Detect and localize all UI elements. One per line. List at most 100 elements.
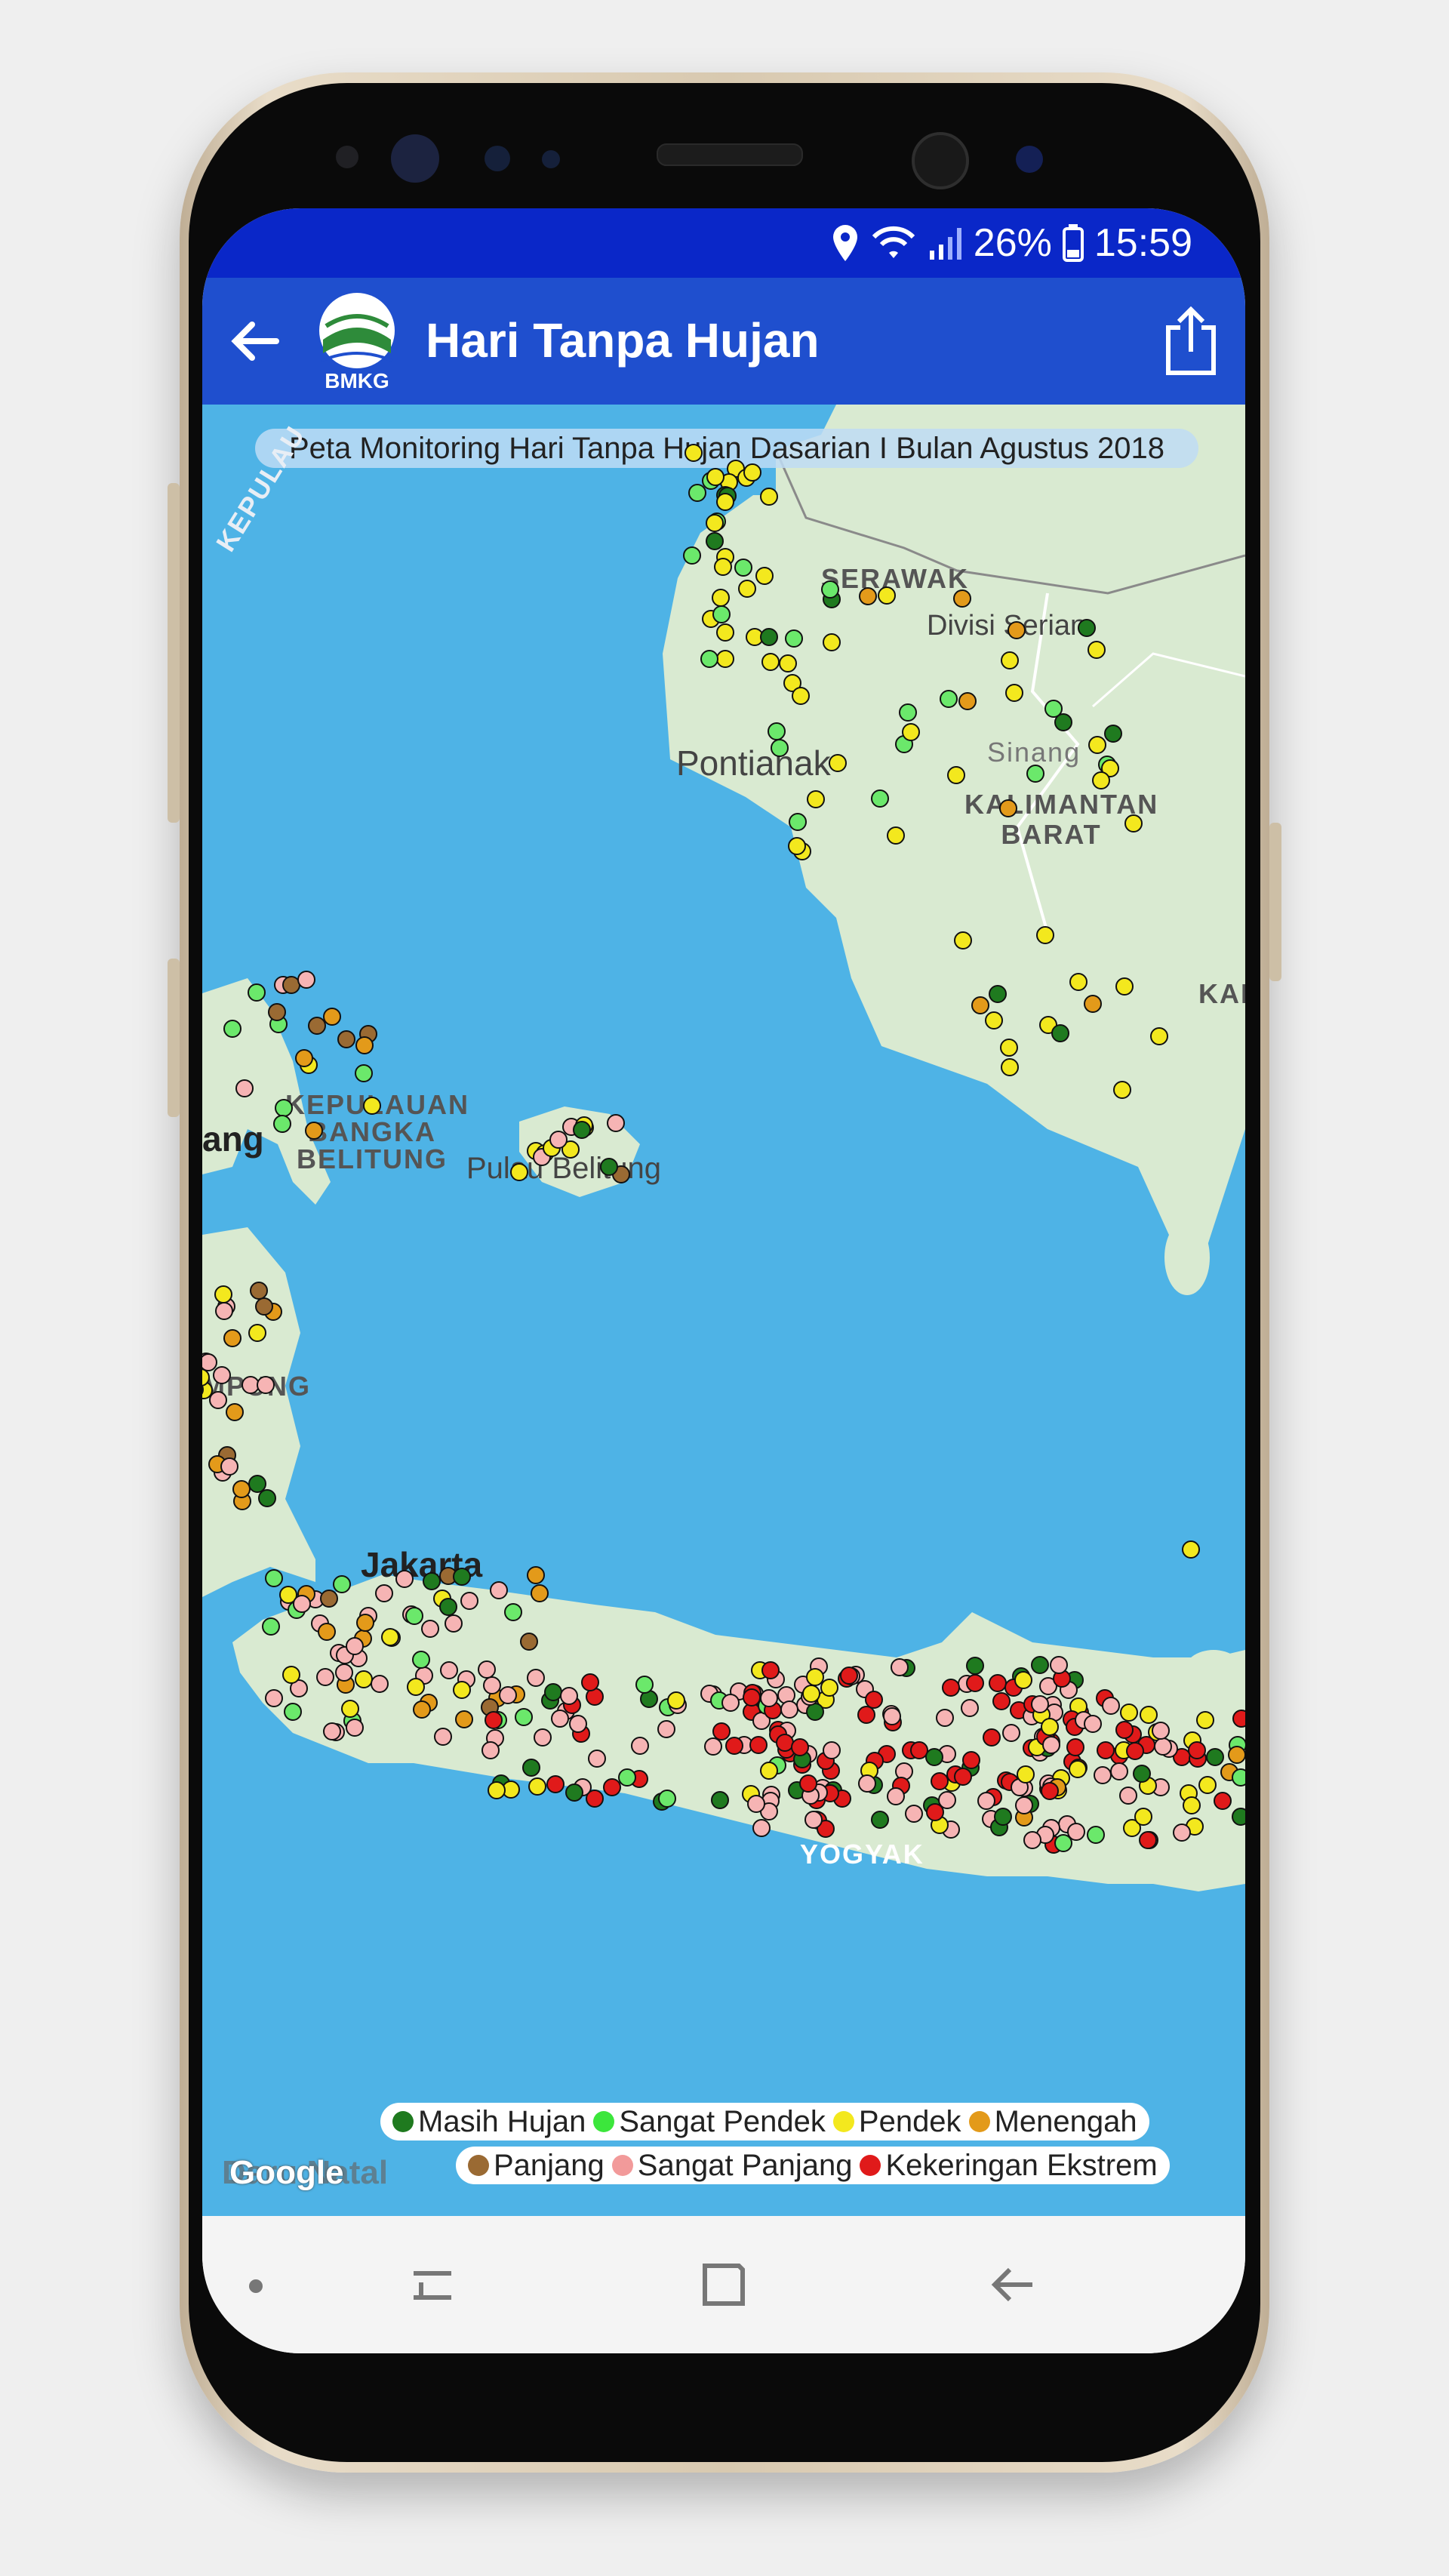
sensor-3 [542, 150, 560, 168]
legend-swatch [860, 2155, 881, 2176]
app-bar: BMKG Hari Tanpa Hujan [202, 278, 1245, 405]
station-dot [1109, 1762, 1128, 1780]
station-dot [320, 1590, 339, 1608]
station-dot [1104, 724, 1123, 743]
legend-label: Menengah [994, 2104, 1137, 2138]
home-icon[interactable] [690, 2251, 758, 2319]
station-dot [1231, 1768, 1245, 1787]
map-label-serawak: SERAWAK [821, 563, 970, 594]
map-label-kalimantan-barat: KALIMANTAN BARAT [964, 789, 1159, 850]
station-dot [581, 1673, 600, 1691]
station-dot [1232, 1808, 1245, 1827]
station-dot [1026, 765, 1044, 783]
station-dot [454, 1710, 473, 1728]
station-dot [700, 649, 718, 668]
legend-swatch [593, 2111, 615, 2132]
station-dot [1188, 1740, 1207, 1759]
station-dot [248, 1475, 266, 1494]
legend-swatch [968, 2111, 990, 2132]
station-dot [737, 580, 756, 599]
map-view[interactable]: Peta Monitoring Hari Tanpa Hujan Dasaria… [202, 405, 1245, 2216]
station-dot [380, 1628, 399, 1647]
signal-icon [929, 228, 961, 260]
station-dot [988, 1673, 1007, 1692]
station-dot [1083, 994, 1102, 1013]
station-dot [1115, 1721, 1134, 1740]
station-dot [925, 1803, 944, 1822]
station-dot [405, 1606, 424, 1625]
station-dot [1036, 925, 1054, 944]
station-dot [1014, 1670, 1032, 1689]
station-dot [857, 1706, 875, 1725]
station-dot [958, 691, 977, 710]
station-dot [439, 1660, 458, 1679]
map-label-sinang: Sinang [987, 737, 1081, 768]
station-dot [1132, 1764, 1151, 1783]
station-dot [334, 1663, 353, 1682]
location-icon [832, 225, 857, 261]
recent-apps-icon[interactable] [398, 2251, 466, 2319]
station-dot [715, 493, 734, 512]
station-dot [1068, 1759, 1087, 1778]
station-dot [1118, 1786, 1137, 1805]
station-dot [498, 1685, 517, 1704]
station-dot [683, 546, 702, 565]
station-dot [684, 444, 703, 463]
map-label-divisi-serian: Divisi Serian [927, 610, 1087, 642]
station-dot [779, 654, 798, 672]
station-dot [905, 1804, 924, 1823]
station-dot [1069, 972, 1088, 991]
station-dot [993, 1808, 1012, 1827]
page-title: Hari Tanpa Hujan [426, 313, 820, 368]
legend-row-2: Panjang Sangat Panjang Kekeringan Ekstre… [456, 2147, 1170, 2184]
station-dot [215, 1301, 234, 1320]
station-dot [275, 1098, 294, 1117]
station-dot [528, 1777, 547, 1796]
station-dot [716, 649, 735, 668]
logo-text: BMKG [325, 369, 389, 392]
station-dot [631, 1737, 650, 1756]
legend-label: Kekeringan Ekstrem [885, 2148, 1158, 2182]
google-attribution: Google [229, 2154, 344, 2191]
station-dot [1086, 1826, 1105, 1845]
station-dot [988, 985, 1007, 1004]
status-icons: 26% 15:59 [830, 219, 1192, 267]
station-dot [257, 1375, 275, 1394]
station-dot [322, 1722, 341, 1740]
battery-percent: 26% [973, 221, 1052, 265]
station-dot [1232, 1709, 1245, 1728]
station-dot [374, 1584, 393, 1603]
map-label-pontianak: Pontianak [676, 743, 831, 783]
station-dot [261, 1617, 280, 1636]
station-dot [1030, 1694, 1049, 1713]
nav-back-icon[interactable] [980, 2251, 1048, 2319]
legend-item-menengah: Menengah [968, 2104, 1137, 2139]
station-dot [746, 1794, 765, 1813]
sensor-2 [485, 146, 510, 171]
station-dot [444, 1614, 463, 1633]
station-dot [798, 1774, 817, 1793]
station-dot [946, 765, 965, 784]
map-title: Peta Monitoring Hari Tanpa Hujan Dasaria… [255, 429, 1198, 468]
station-dot [318, 1622, 337, 1641]
station-dot [514, 1708, 533, 1727]
legend-swatch [611, 2155, 633, 2176]
station-dot [761, 1660, 780, 1679]
station-dot [1096, 1740, 1115, 1759]
bixby-button [168, 959, 180, 1117]
station-dot [828, 754, 847, 773]
legend-swatch [468, 2155, 489, 2176]
share-icon[interactable] [1159, 306, 1223, 376]
system-nav-bar [202, 2216, 1245, 2353]
station-dot [704, 1737, 723, 1756]
sensor-1 [336, 146, 358, 168]
legend-label: Pendek [858, 2104, 961, 2138]
station-dot [1151, 1721, 1170, 1740]
station-dot [743, 463, 762, 482]
legend-label: Sangat Panjang [637, 2148, 853, 2182]
station-dot [878, 586, 897, 605]
station-dot [823, 1740, 841, 1759]
station-dot [304, 1122, 323, 1140]
station-dot [882, 1707, 901, 1726]
back-arrow-icon[interactable] [225, 311, 285, 371]
